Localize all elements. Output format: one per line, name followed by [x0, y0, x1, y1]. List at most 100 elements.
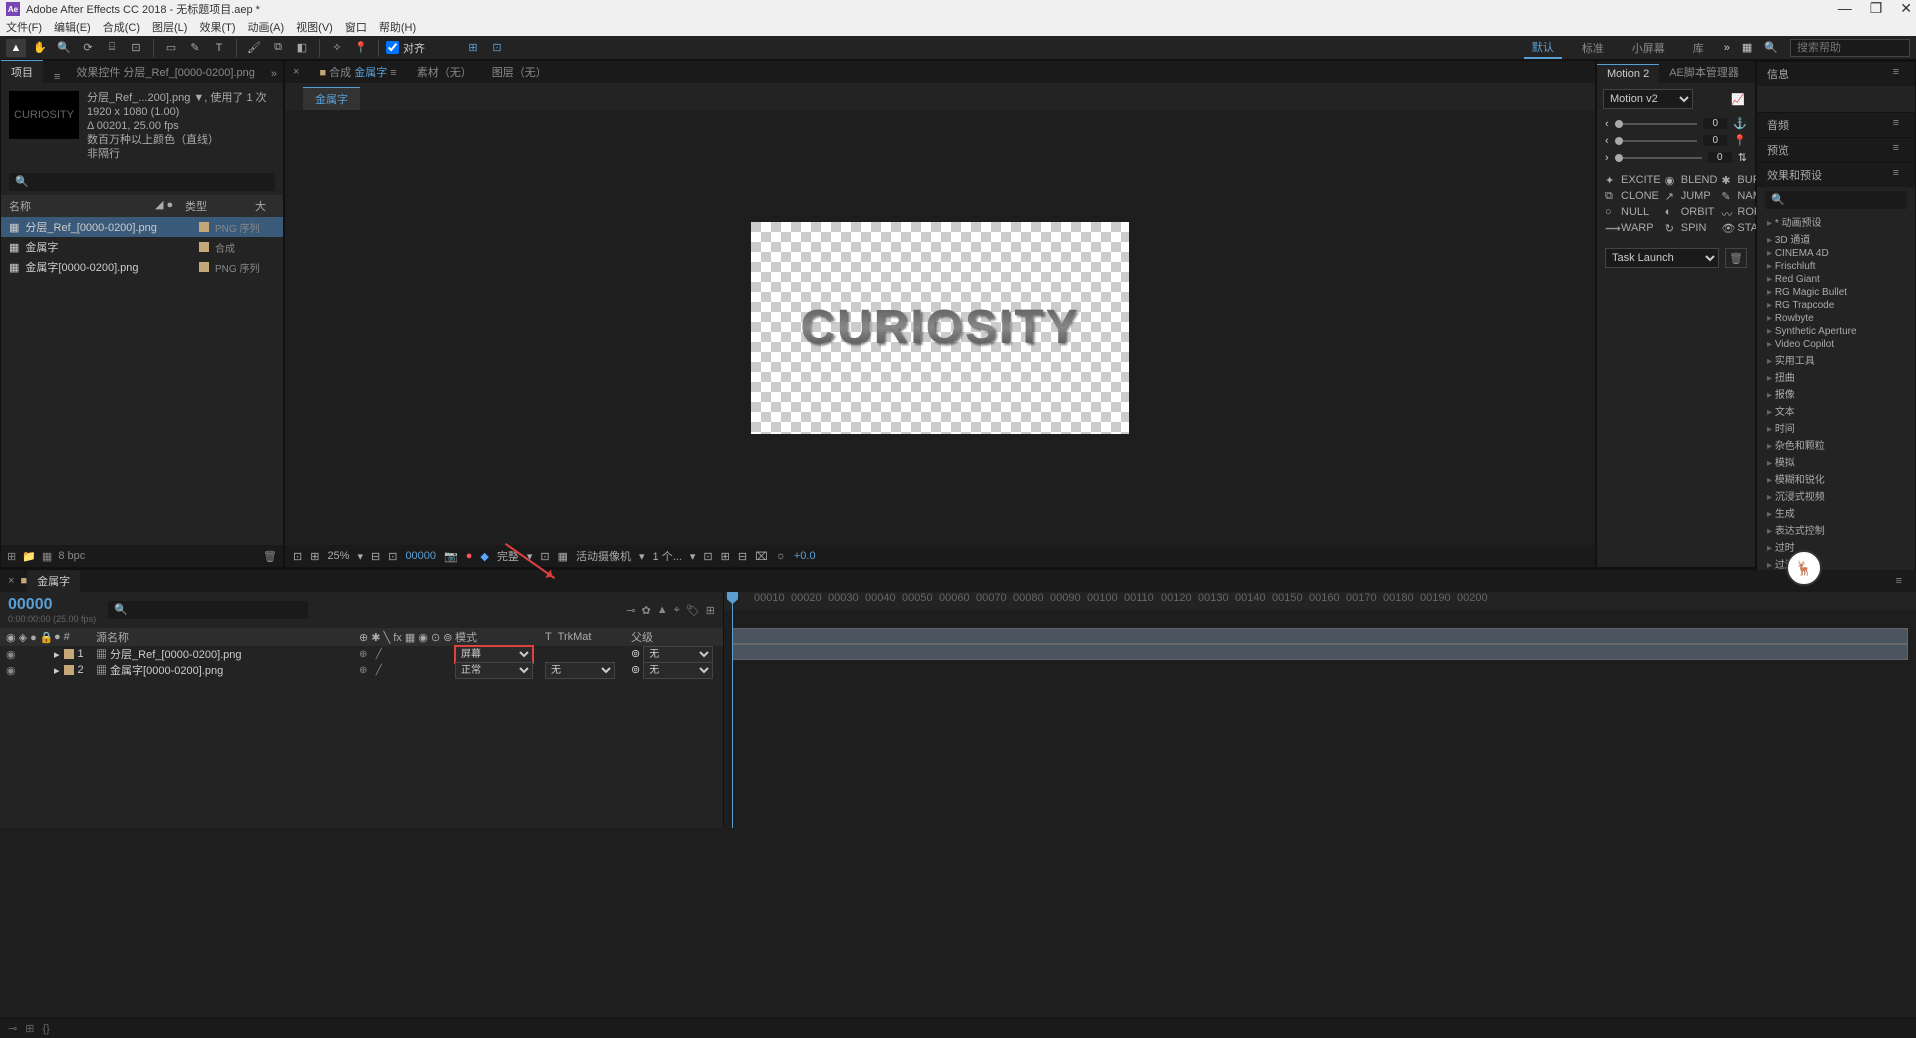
layer-1-track[interactable] [732, 628, 1908, 644]
timeline-layer[interactable]: ◉ ▸ 1 ▦ 分层_Ref_[0000-0200].png ⊕ ╱ 屏幕 ⊚ … [0, 646, 723, 662]
rotate-tool-icon[interactable]: ⟳ [78, 39, 98, 57]
effects-category[interactable]: 表达式控制 [1757, 521, 1915, 538]
audio-tab[interactable]: 音频 [1767, 117, 1789, 133]
tl-opt4-icon[interactable]: ⌖ [674, 604, 680, 617]
motion-blend-button[interactable]: ◉BLEND [1665, 174, 1718, 186]
hand-tool-icon[interactable]: ✋ [30, 39, 50, 57]
workspace-library[interactable]: 库 [1685, 38, 1712, 58]
maximize-button[interactable]: ❐ [1870, 0, 1883, 17]
effects-category[interactable]: 过时 [1757, 538, 1915, 555]
effects-category[interactable]: Rowbyte [1757, 312, 1915, 325]
eraser-tool-icon[interactable]: ◧ [292, 39, 312, 57]
motion-warp-button[interactable]: ⟿WARP [1605, 222, 1661, 234]
vf-icon3[interactable]: ⊟ [738, 550, 747, 563]
exposure-value[interactable]: +0.0 [794, 550, 816, 562]
workspace-small[interactable]: 小屏幕 [1624, 38, 1673, 58]
motion-excite-button[interactable]: ✦EXCITE [1605, 174, 1661, 186]
adjust-icon[interactable]: ⇅ [1738, 151, 1747, 164]
minimize-button[interactable]: — [1838, 0, 1852, 17]
menu-animation[interactable]: 动画(A) [248, 19, 285, 35]
effects-category[interactable]: 文本 [1757, 402, 1915, 419]
puppet-tool-icon[interactable]: 📍 [351, 39, 371, 57]
tl-opt6-icon[interactable]: ⊞ [706, 604, 715, 617]
channel2-icon[interactable]: ◆ [480, 550, 488, 563]
snap-checkbox[interactable] [386, 41, 399, 54]
toggle3-icon[interactable]: {} [42, 1023, 49, 1035]
anchor-icon[interactable]: ⚓ [1733, 117, 1747, 130]
timecode-display[interactable]: 00000 [405, 550, 436, 562]
workspace-default[interactable]: 默认 [1524, 37, 1562, 59]
motion-spin-button[interactable]: ↻SPIN [1665, 222, 1718, 234]
point-icon[interactable]: 📍 [1733, 134, 1747, 147]
layer-2-track[interactable] [732, 644, 1908, 660]
timeline-layer[interactable]: ◉ ▸ 2 ▦ 金属字[0000-0200].png ⊕ ╱ 正常 无 ⊚ 无 [0, 662, 723, 678]
effects-search-input[interactable] [1765, 191, 1907, 209]
clone-tool-icon[interactable]: ⧉ [268, 39, 288, 57]
effects-category[interactable]: Video Copilot [1757, 338, 1915, 351]
roto-tool-icon[interactable]: ✧ [327, 39, 347, 57]
vf-icon4[interactable]: ⌧ [755, 550, 768, 563]
motion-null-button[interactable]: ○NULL [1605, 206, 1661, 218]
info-tab[interactable]: 信息 [1767, 66, 1789, 82]
roi-icon[interactable]: ⊡ [540, 550, 549, 563]
blend-mode-select[interactable]: 屏幕 [455, 646, 533, 663]
camera-tool-icon[interactable]: ⌸ [102, 39, 122, 57]
task-delete-icon[interactable]: 🗑 [1725, 248, 1747, 268]
timeline-tab[interactable]: 金属字 [27, 570, 80, 592]
workspace-standard[interactable]: 标准 [1574, 38, 1612, 58]
footage-tab[interactable]: 素材（无） [417, 64, 472, 80]
menu-effect[interactable]: 效果(T) [199, 19, 235, 35]
project-tab[interactable]: 项目 [1, 60, 43, 83]
effects-category[interactable]: Red Giant [1757, 273, 1915, 286]
project-tab-menu-icon[interactable]: ≡ [48, 71, 66, 83]
effects-category[interactable]: * 动画预设 [1757, 213, 1915, 230]
zoom-tool-icon[interactable]: 🔍 [54, 39, 74, 57]
vf-icon1[interactable]: ⊡ [703, 550, 712, 563]
menu-help[interactable]: 帮助(H) [379, 19, 416, 35]
effects-category[interactable]: 时间 [1757, 419, 1915, 436]
tl-close-icon[interactable]: × [8, 575, 14, 587]
effects-presets-tab[interactable]: 效果和预设 [1767, 167, 1822, 183]
exposure-icon[interactable]: ☼ [776, 550, 786, 562]
parent-select[interactable]: 无 [643, 662, 713, 679]
effects-category[interactable]: Synthetic Aperture [1757, 325, 1915, 338]
snapshot-icon[interactable]: 📷 [444, 550, 458, 563]
timeline-search-input[interactable] [108, 601, 308, 619]
selection-tool-icon[interactable]: ▲ [6, 39, 26, 57]
playhead[interactable] [732, 592, 733, 828]
channel-icon[interactable]: ● [466, 550, 473, 562]
close-button[interactable]: ✕ [1900, 0, 1912, 17]
menu-layer[interactable]: 图层(L) [152, 19, 187, 35]
effects-category[interactable]: 模拟 [1757, 453, 1915, 470]
comp-subtab[interactable]: 金属字 [303, 87, 360, 110]
anchor-tool-icon[interactable]: ⊡ [126, 39, 146, 57]
effects-category[interactable]: 沉浸式视频 [1757, 487, 1915, 504]
project-item[interactable]: ▦金属字[0000-0200].pngPNG 序列 [1, 257, 283, 277]
help-search-input[interactable] [1790, 39, 1910, 57]
snap-opt1-icon[interactable]: ⊞ [463, 39, 483, 57]
toggle2-icon[interactable]: ⊞ [25, 1022, 34, 1035]
pen-tool-icon[interactable]: ✎ [185, 39, 205, 57]
alpha-icon[interactable]: ⊞ [310, 550, 319, 563]
rect-tool-icon[interactable]: ▭ [161, 39, 181, 57]
vf-icon2[interactable]: ⊞ [721, 550, 730, 563]
effects-category[interactable]: 生成 [1757, 504, 1915, 521]
mag-icon[interactable]: ⊡ [293, 550, 302, 563]
menu-file[interactable]: 文件(F) [6, 19, 42, 35]
comp-icon[interactable]: ▦ [42, 550, 52, 563]
folder-icon[interactable]: 📁 [22, 550, 36, 563]
tl-opt2-icon[interactable]: ✿ [642, 604, 651, 617]
motion-orbit-button[interactable]: ◐ORBIT [1665, 206, 1718, 218]
effects-category[interactable]: 模糊和锐化 [1757, 470, 1915, 487]
effects-category[interactable]: RG Trapcode [1757, 299, 1915, 312]
project-search-input[interactable] [9, 173, 275, 191]
toggle1-icon[interactable]: ⊸ [8, 1022, 17, 1035]
resolution-dropdown[interactable]: 完整 [497, 548, 519, 564]
viewer-nav-prev-icon[interactable]: × [293, 66, 299, 78]
effects-category[interactable]: Frischluft [1757, 260, 1915, 273]
effect-controls-tab[interactable]: 效果控件 分层_Ref_[0000-0200].png [66, 61, 265, 83]
motion-jump-button[interactable]: ↗JUMP [1665, 190, 1718, 202]
workspace-grid-icon[interactable]: ▦ [1742, 41, 1752, 54]
task-launch-select[interactable]: Task Launch [1605, 248, 1719, 268]
current-time[interactable]: 00000 [8, 596, 96, 614]
